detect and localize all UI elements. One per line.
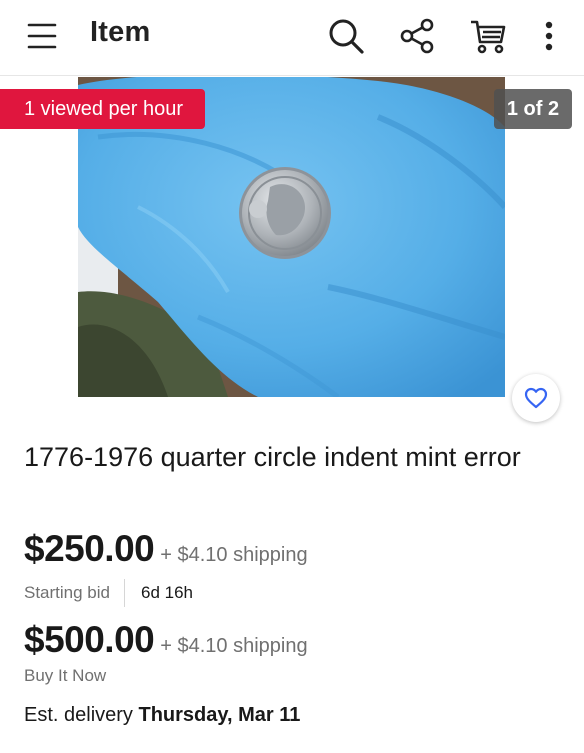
time-left: 6d 16h (141, 583, 193, 602)
bid-price: $250.00 (24, 528, 155, 569)
image-counter: 1 of 2 (494, 89, 572, 129)
heart-icon (524, 387, 548, 409)
page-title: Item (90, 16, 151, 48)
top-app-bar: Item (0, 0, 584, 76)
buy-it-now-label: Buy It Now (24, 666, 107, 685)
buy-it-now-price: $500.00 (24, 619, 155, 660)
estimated-delivery: Est. delivery Thursday, Mar 11 (24, 704, 300, 727)
menu-icon[interactable] (26, 20, 58, 52)
more-vertical-icon[interactable] (534, 16, 564, 56)
starting-bid-label: Starting bid (24, 583, 110, 602)
item-page: Item 1 viewed per hour 1 of 2 1776-1976 … (0, 0, 584, 753)
search-icon[interactable] (326, 16, 366, 56)
delivery-prefix: Est. delivery (24, 704, 139, 726)
bid-shipping: + $4.10 shipping (160, 544, 308, 566)
bid-price-row: $250.00 + $4.10 shipping (24, 528, 308, 570)
buy-it-now-price-row: $500.00 + $4.10 shipping (24, 619, 308, 661)
bid-meta: Starting bid 6d 16h (24, 579, 193, 607)
divider (124, 579, 125, 607)
cart-icon[interactable] (468, 16, 508, 56)
share-icon[interactable] (398, 16, 438, 56)
watch-button[interactable] (512, 374, 560, 422)
item-title: 1776-1976 quarter circle indent mint err… (24, 442, 521, 472)
image-gallery[interactable]: 1 viewed per hour 1 of 2 (0, 77, 584, 422)
delivery-date: Thursday, Mar 11 (138, 704, 301, 726)
views-badge: 1 viewed per hour (0, 89, 205, 129)
buy-it-now-shipping: + $4.10 shipping (160, 635, 308, 657)
